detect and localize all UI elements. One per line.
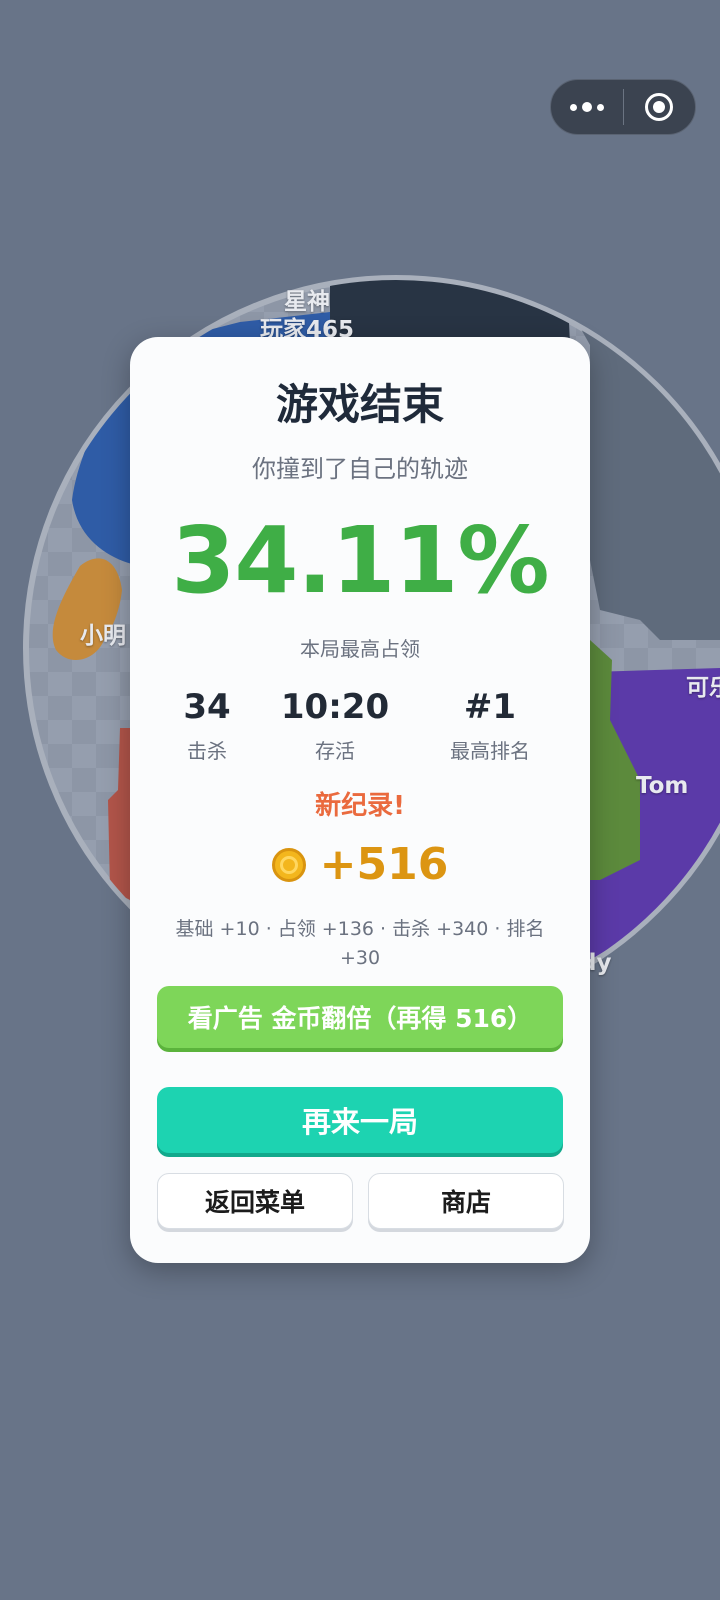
more-button[interactable] [551, 79, 623, 135]
territory-percent: 34.11% [171, 507, 549, 614]
shop-button[interactable]: 商店 [368, 1173, 564, 1229]
stat-label: 最高排名 [450, 739, 530, 763]
stats-row: 34 击杀 10:20 存活 #1 最高排名 [130, 687, 590, 767]
stat-survival: 10:20 存活 [260, 687, 410, 764]
play-again-button[interactable]: 再来一局 [157, 1087, 563, 1153]
dialog-title: 游戏结束 [275, 380, 444, 429]
game-over-dialog: 游戏结束 你撞到了自己的轨迹 34.11% 本局最高占领 34 击杀 10:20… [130, 337, 590, 1263]
more-dots-icon [569, 102, 604, 112]
coin-icon [271, 847, 306, 882]
coins-amount: +516 [319, 839, 449, 890]
close-button[interactable] [624, 79, 696, 135]
mini-program-capsule [550, 79, 696, 135]
territory-percent-label: 本局最高占领 [300, 637, 420, 661]
map-player-label: Tom [636, 773, 689, 799]
coins-reward: +516 [130, 839, 590, 890]
watch-ad-double-button[interactable]: 看广告 金币翻倍（再得 516） [157, 986, 563, 1048]
reward-breakdown: 基础 +10 · 占领 +136 · 击杀 +340 · 排名 +30 [175, 918, 545, 969]
stat-rank: #1 最高排名 [415, 687, 565, 764]
stat-value: #1 [463, 687, 517, 727]
close-target-icon [645, 93, 674, 121]
map-player-label: 可乐 [686, 675, 720, 701]
back-to-menu-button[interactable]: 返回菜单 [157, 1173, 353, 1229]
new-record-text: 新纪录! [315, 791, 405, 821]
stat-value: 10:20 [280, 687, 390, 727]
map-player-label: 小明 [80, 623, 126, 649]
stat-label: 存活 [315, 739, 355, 763]
death-reason: 你撞到了自己的轨迹 [252, 455, 468, 483]
